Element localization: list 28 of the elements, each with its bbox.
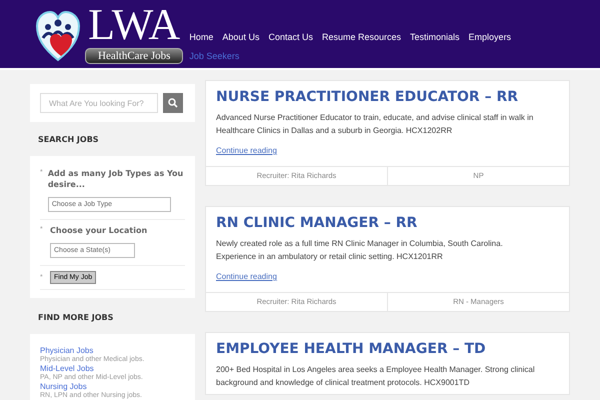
category-link[interactable]: Nursing Jobs: [40, 382, 185, 391]
section-heading: SEARCH JOBS: [38, 134, 100, 146]
job-excerpt: 200+ Bed Hospital in Los Angeles area seeks a Employee Health Manager. Strong clinical background and knowledge of clinical treatment protocols. HCX9001TD: [216, 364, 536, 389]
heart-logo-icon: [35, 10, 81, 62]
continue-reading-link[interactable]: Continue reading: [216, 145, 277, 157]
search-field[interactable]: What Are You looking For?: [40, 93, 158, 113]
logo-subtitle: HealthCare Jobs: [85, 48, 184, 64]
category-link[interactable]: Physician Jobs: [40, 346, 185, 355]
job-title[interactable]: EMPLOYEE HEALTH MANAGER – TD: [216, 339, 559, 359]
job-excerpt: Advanced Nurse Practitioner Educator to train, educate, and advise clinical staff in walk in Healthcare Clinics in Dallas and a suburb in Georgia. HCX1202RR: [216, 112, 534, 137]
field-label: Add as many Job Types as You desire...: [48, 168, 184, 190]
nav-link[interactable]: Employers: [468, 31, 512, 43]
logo-title: LWA: [88, 4, 180, 46]
nav-link[interactable]: About Us: [222, 31, 260, 43]
category-link[interactable]: Mid-Level Jobs: [40, 364, 185, 373]
section-heading: FIND MORE JOBS: [38, 312, 114, 324]
search-icon: [168, 98, 178, 108]
job-excerpt: Newly created role as a full time RN Clinic Manager in Columbia, South Carolina. Experience in an ambulatory or retail clinic setting. HCX1201RR: [216, 238, 504, 263]
job-title[interactable]: NURSE PRACTITIONER EDUCATOR – RR: [216, 87, 559, 107]
job-title[interactable]: RN CLINIC MANAGER – RR: [216, 213, 559, 233]
nav-link[interactable]: Contact Us: [268, 31, 313, 43]
search-button[interactable]: [163, 93, 183, 113]
nav-link[interactable]: Job Seekers: [189, 50, 240, 62]
nav-link[interactable]: Testimonials: [410, 31, 460, 43]
field-label: Choose your Location: [50, 225, 148, 236]
continue-reading-link[interactable]: Continue reading: [216, 271, 277, 283]
nav-link[interactable]: Home: [189, 31, 214, 43]
nav-link[interactable]: Resume Resources: [322, 31, 402, 43]
